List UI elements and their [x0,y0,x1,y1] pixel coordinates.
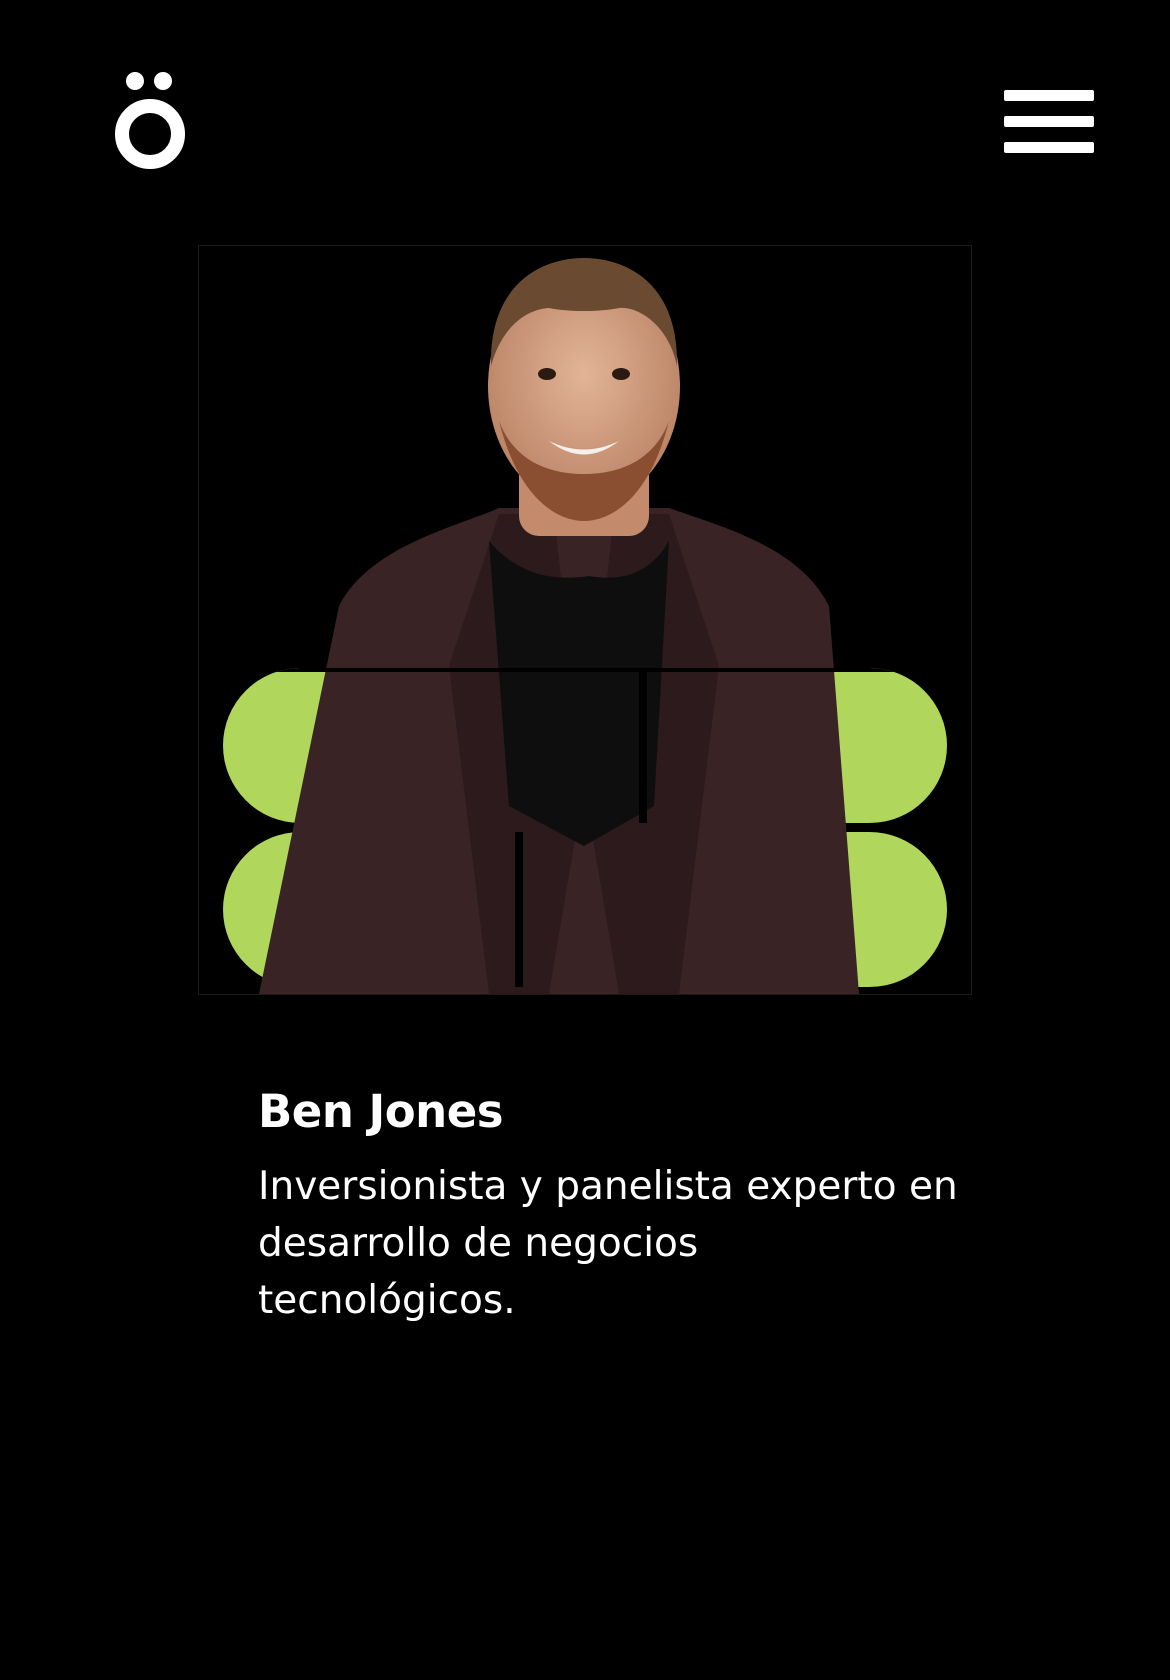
site-header [0,0,1170,200]
profile-info: Ben Jones Inversionista y panelista expe… [258,1082,978,1329]
brand-logo-link[interactable] [104,60,200,178]
hero-portrait [198,245,972,995]
o-umlaut-logo-icon [115,72,185,169]
portrait-photo [199,246,971,994]
profile-bio: Inversionista y panelista experto en des… [258,1164,958,1323]
menu-button[interactable] [1000,86,1096,156]
profile-name: Ben Jones [258,1085,504,1138]
